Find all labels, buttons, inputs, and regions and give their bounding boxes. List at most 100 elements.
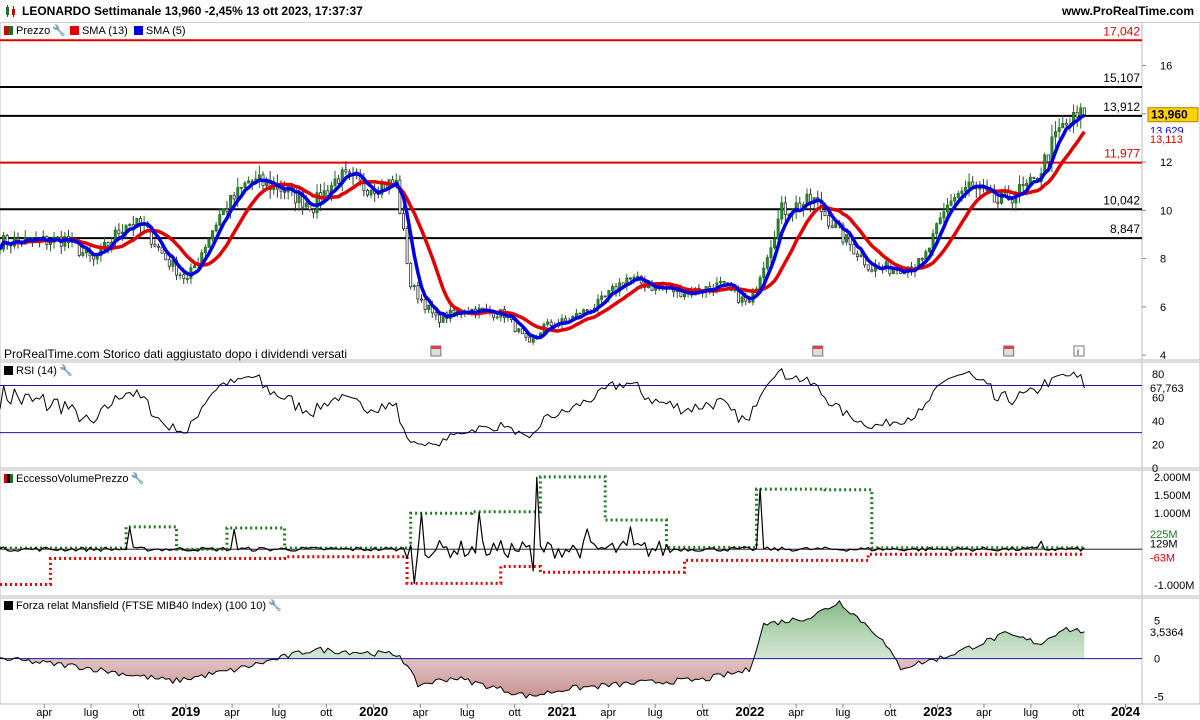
candle-body: [239, 186, 243, 189]
x-tick-label: apr: [976, 707, 992, 719]
legend-sma5-label: SMA (5): [145, 24, 186, 37]
chart-header: LEONARDO Settimanale 13,960 -2,45% 13 ot…: [0, 0, 1200, 23]
rsi-legend[interactable]: RSI (14) 🔧: [4, 364, 77, 377]
candle-body: [1061, 123, 1065, 129]
x-tick-label: ott: [884, 707, 896, 719]
candle-body: [434, 312, 438, 316]
candle-body: [182, 274, 186, 280]
candle-body: [283, 190, 287, 193]
candle-body: [765, 257, 769, 269]
wrench-icon[interactable]: 🔧: [52, 24, 66, 37]
rsi-y-tick: 80: [1152, 369, 1164, 381]
legend-sma13[interactable]: SMA (13): [69, 25, 128, 37]
candle-body: [1064, 123, 1068, 126]
level-label: 13,912: [1103, 100, 1140, 114]
candle-body: [1046, 154, 1050, 163]
candle-body: [938, 217, 942, 225]
candle-body: [178, 274, 182, 277]
candle-body: [369, 189, 373, 196]
wrench-icon[interactable]: 🔧: [59, 364, 73, 377]
candle-body: [128, 224, 132, 227]
mansfield-y-tick: -5: [1154, 691, 1164, 703]
candle-body: [762, 267, 766, 279]
x-tick-label: lug: [1023, 707, 1038, 719]
info-icon: [1073, 345, 1085, 357]
volume-legend[interactable]: EccessoVolumePrezzo 🔧: [4, 472, 148, 485]
rsi-last-label: 67,763: [1150, 383, 1184, 395]
candle-body: [978, 187, 982, 190]
candle-body: [574, 313, 578, 317]
candle-body: [956, 193, 960, 198]
x-tick-label: lug: [836, 707, 851, 719]
level-label: 8,847: [1110, 222, 1140, 236]
candlestick-logo-icon: [4, 4, 18, 21]
candle-body: [960, 190, 964, 194]
x-tick-label: ott: [509, 707, 521, 719]
mansfield-legend[interactable]: Forza relat Mansfield (FTSE MIB40 Index)…: [4, 599, 286, 612]
candle-body: [365, 189, 369, 196]
candle-body: [243, 182, 247, 188]
legend-sma5[interactable]: SMA (5): [133, 24, 186, 37]
candle-body: [682, 293, 686, 298]
candle-body: [628, 277, 632, 280]
last-price-label: 13,960: [1151, 108, 1188, 122]
candle-body: [214, 224, 218, 232]
candle-body: [1054, 131, 1058, 138]
price-y-tick: 4: [1160, 350, 1166, 362]
x-tick-label: lug: [648, 707, 663, 719]
candle-body: [517, 328, 521, 333]
calendar-icon-top: [1003, 346, 1014, 349]
level-label: 17,042: [1103, 24, 1140, 38]
site-name[interactable]: www.ProRealTime.com: [1062, 4, 1194, 18]
rsi-y-tick: 20: [1152, 439, 1164, 451]
candle-body: [1057, 127, 1061, 133]
candle-body: [852, 244, 856, 255]
candle-body: [211, 230, 215, 240]
level-label: 10,042: [1103, 193, 1140, 207]
candle-body: [452, 309, 456, 314]
wrench-icon[interactable]: 🔧: [131, 472, 145, 485]
candle-body: [953, 197, 957, 202]
candle-body: [967, 181, 971, 188]
x-tick-label: apr: [224, 707, 240, 719]
candle-body: [412, 285, 416, 288]
chart-title: LEONARDO Settimanale 13,960 -2,45% 13 ot…: [22, 4, 363, 18]
candle-body: [776, 218, 780, 240]
price-y-tick: 6: [1160, 302, 1166, 314]
candle-body: [722, 280, 726, 284]
candle-body: [827, 215, 831, 227]
level-label: 11,977: [1104, 147, 1140, 161]
candle-body: [344, 169, 348, 173]
dividend-note: ProRealTime.com Storico dati aggiustato …: [4, 347, 348, 361]
candle-body: [585, 309, 589, 312]
price-y-tick: 16: [1160, 60, 1172, 72]
x-tick-label: ott: [696, 707, 708, 719]
candle-body: [438, 314, 441, 323]
candle-body: [185, 277, 189, 280]
candle-body: [304, 202, 308, 208]
volume-y-tick: 1.000M: [1154, 508, 1191, 520]
calendar-icon-top: [812, 346, 823, 349]
level-label: 15,107: [1103, 71, 1140, 85]
candle-body: [834, 222, 838, 229]
candle-body: [337, 178, 341, 184]
candle-body: [311, 209, 315, 214]
price-legend: Prezzo 🔧 SMA (13) SMA (5): [4, 24, 186, 37]
candle-body: [945, 204, 949, 213]
candle-body: [106, 241, 110, 247]
wrench-icon[interactable]: 🔧: [268, 599, 282, 612]
candle-body: [333, 178, 337, 186]
candle-body: [409, 262, 413, 288]
x-tick-label: lug: [272, 707, 287, 719]
legend-prezzo[interactable]: Prezzo 🔧: [4, 24, 70, 37]
candle-body: [221, 208, 225, 216]
x-tick-label: lug: [460, 707, 475, 719]
candle-body: [632, 276, 636, 279]
candle-body: [859, 254, 863, 258]
volume-y-tick: 1.500M: [1154, 490, 1191, 502]
candle-body: [347, 171, 351, 174]
candle-body: [427, 304, 431, 310]
volume-legend-label: EccessoVolumePrezzo: [16, 472, 129, 485]
x-tick-label: ott: [132, 707, 144, 719]
candle-body: [207, 238, 211, 248]
